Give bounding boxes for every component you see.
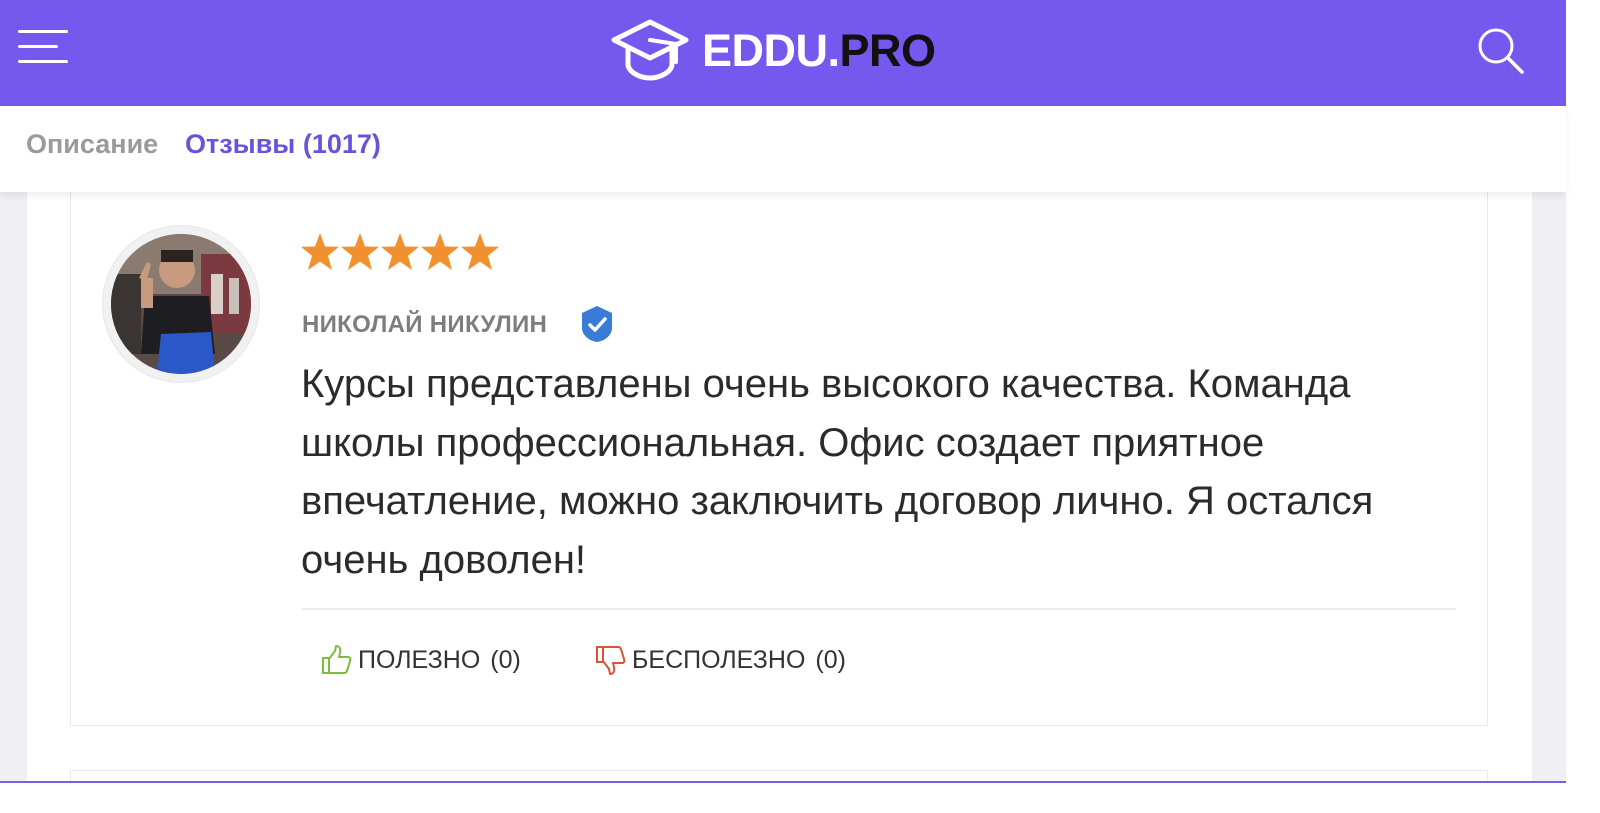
avatar <box>103 226 259 382</box>
thumbs-down-icon <box>596 646 626 675</box>
search-icon[interactable] <box>1474 24 1526 76</box>
useful-label: ПОЛЕЗНО <box>358 645 481 674</box>
useful-button[interactable]: ПОЛЕЗНО (0) <box>320 640 521 680</box>
bottom-area <box>0 783 1600 813</box>
graduation-cap-icon <box>611 19 689 81</box>
verified-check-icon <box>582 306 612 342</box>
useful-count: (0) <box>490 645 521 674</box>
useless-button[interactable]: БЕСПОЛЕЗНО (0) <box>594 640 846 680</box>
avatar-photo <box>111 234 251 374</box>
page: EDDU.PRO Описание Отзывы (1017) НИКОЛАЙ … <box>0 0 1600 813</box>
brand-secondary: PRO <box>839 24 937 76</box>
useless-count: (0) <box>815 645 846 674</box>
divider <box>302 608 1456 610</box>
thumbs-up-icon <box>322 645 352 674</box>
useless-label: БЕСПОЛЕЗНО <box>632 645 806 674</box>
hamburger-menu-icon[interactable] <box>18 26 70 68</box>
review-author: НИКОЛАЙ НИКУЛИН <box>302 311 548 338</box>
brand-primary: EDDU. <box>702 24 840 76</box>
star-icon <box>381 233 419 270</box>
brand-name: EDDU.PRO <box>702 28 936 73</box>
site-logo[interactable]: EDDU.PRO <box>610 18 936 82</box>
tab-description[interactable]: Описание <box>26 129 158 160</box>
tab-reviews[interactable]: Отзывы (1017) <box>185 129 381 160</box>
star-icon <box>461 233 499 270</box>
rating-stars <box>300 230 500 274</box>
star-icon <box>421 233 459 270</box>
star-icon <box>301 233 339 270</box>
review-text: Курсы представлены очень высокого качест… <box>301 362 1374 582</box>
star-icon <box>341 233 379 270</box>
top-header: EDDU.PRO <box>0 0 1566 106</box>
